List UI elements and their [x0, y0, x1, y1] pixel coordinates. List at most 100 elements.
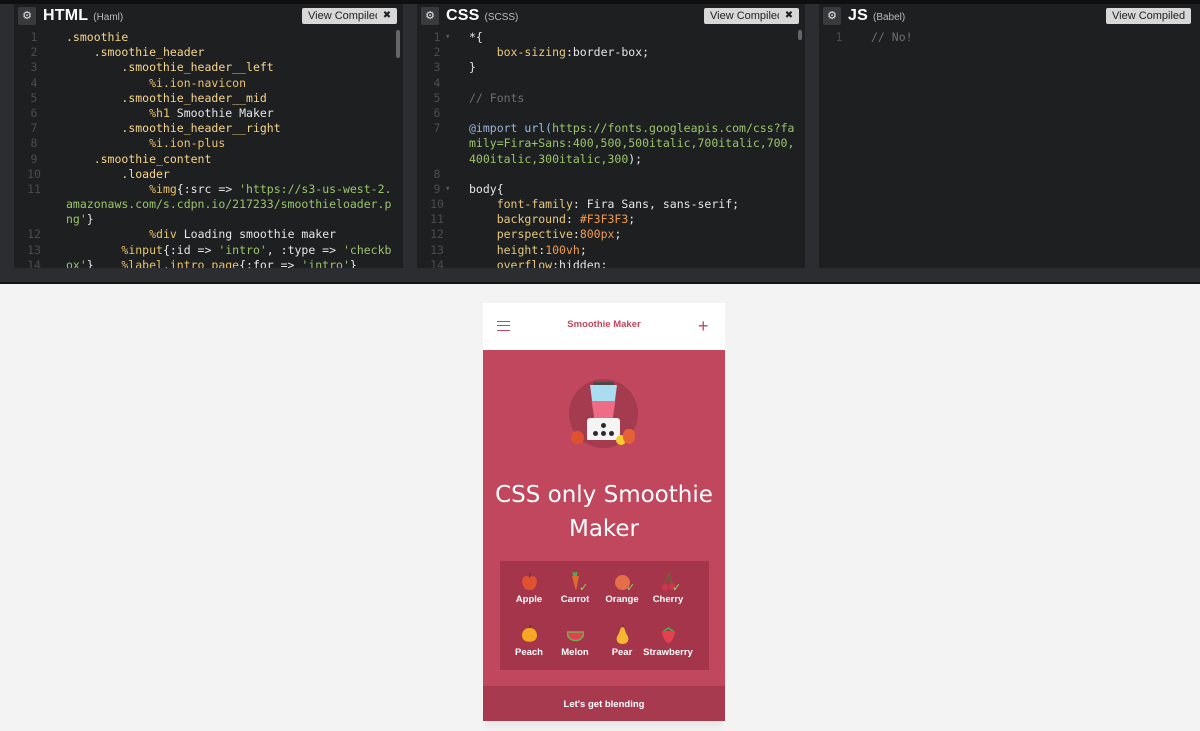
code-text: @import url(https://fonts.googleapis.com…	[469, 121, 795, 167]
code-line[interactable]: 9 .smoothie_content	[14, 152, 403, 167]
peach-icon	[522, 625, 537, 642]
code-line[interactable]: 14 overflow:hidden;	[417, 258, 805, 268]
code-token: .loader	[66, 166, 170, 181]
code-line[interactable]: 12 %div Loading smoothie maker	[14, 227, 403, 242]
strawberry-icon	[623, 429, 635, 444]
code-line[interactable]: 6 %h1 Smoothie Maker	[14, 106, 403, 121]
code-text: box-sizing:border-box;	[469, 45, 795, 60]
code-line[interactable]: 3}	[417, 60, 805, 75]
code-text: .loader	[66, 167, 393, 182]
code-line[interactable]: 12 perspective:800px;	[417, 227, 805, 242]
code-text: .smoothie_header__right	[66, 121, 393, 136]
line-number: 7	[433, 121, 441, 136]
js-pane-title: JS	[848, 7, 868, 24]
fruit-option-cherry[interactable]: ✓ Cherry	[643, 566, 693, 610]
code-token: );	[628, 151, 643, 166]
html-code-editor[interactable]: 1 .smoothie 2 .smoothie_header 3 .smoothie_…	[14, 30, 403, 268]
code-line[interactable]: 8	[417, 167, 805, 182]
css-code-editor[interactable]: 1 ▾ *{2 box-sizing:border-box; 3} 4 5// Fonts…	[417, 30, 805, 268]
code-text: .smoothie_header__mid	[66, 91, 393, 106]
smoothie-app-preview: Smoothie Maker + CSS only Smoothie Maker …	[483, 303, 725, 721]
line-number: 13	[430, 242, 444, 257]
css-close-button[interactable]: ✖	[779, 8, 799, 24]
code-token: font-family	[469, 197, 573, 212]
code-text: height:100vh;	[469, 243, 795, 258]
line-number: 5	[433, 90, 441, 105]
js-code-editor[interactable]: 1 // No!	[819, 30, 1200, 268]
line-number: 2	[30, 45, 38, 60]
fruit-option-strawberry[interactable]: Strawberry	[643, 619, 693, 663]
code-line[interactable]: 7 @import url(https://fonts.googleapis.co…	[417, 121, 805, 167]
code-token: %img	[66, 181, 177, 196]
line-number: 10	[27, 166, 41, 181]
code-line[interactable]: 3 .smoothie_header__left	[14, 60, 403, 75]
code-text: %img{:src => 'https://s3-us-west-2.amazo…	[66, 182, 393, 228]
code-token: %div	[66, 227, 184, 242]
html-view-compiled-button[interactable]: View Compiled	[302, 8, 388, 24]
code-line[interactable]: 1 // No!	[819, 30, 1200, 45]
code-line[interactable]: 6	[417, 106, 805, 121]
code-token: Smoothie Maker	[176, 105, 274, 120]
code-token: .smoothie	[66, 30, 129, 44]
code-line[interactable]: 13 %input{:id => 'intro', :type => 'chec…	[14, 243, 403, 268]
code-token: *{	[469, 30, 483, 44]
code-line[interactable]: 4 %i.ion-navicon	[14, 76, 403, 91]
gear-icon[interactable]: ⚙	[18, 7, 36, 25]
line-number: 1	[30, 30, 38, 44]
code-token: %label.intro_page	[66, 257, 240, 268]
code-line[interactable]: 14 %label.intro_page{:for => 'intro'}	[14, 258, 403, 268]
html-close-button[interactable]: ✖	[377, 8, 397, 24]
code-line[interactable]: 1 .smoothie	[14, 30, 403, 45]
line-number: 12	[430, 227, 444, 242]
html-pane-title: HTML	[43, 7, 89, 24]
code-text: %div Loading smoothie maker	[66, 227, 393, 242]
code-line[interactable]: 5 .smoothie_header__mid	[14, 91, 403, 106]
apple-icon	[522, 572, 537, 590]
pear-icon	[616, 625, 629, 644]
strawberry-icon	[662, 627, 675, 643]
code-token: 800px	[579, 227, 615, 242]
code-line[interactable]: 8 %i.ion-plus	[14, 136, 403, 151]
html-scrollbar[interactable]	[396, 30, 400, 58]
line-number: 3	[433, 60, 441, 75]
fold-arrow-icon[interactable]: ▾	[445, 182, 450, 197]
code-token: overflow	[469, 257, 553, 268]
code-line[interactable]: 1 ▾ *{	[417, 30, 805, 45]
code-token: .smoothie_header__left	[66, 60, 274, 75]
checkmark-icon: ✓	[626, 582, 636, 594]
code-token: .smoothie_header__right	[66, 121, 281, 136]
css-scrollbar[interactable]	[798, 30, 802, 40]
code-line[interactable]: 5 // Fonts	[417, 91, 805, 106]
fruit-selector-grid: Apple ✓ Carrot ✓ Orange ✓ Cherry Peach Melon Pear…	[500, 561, 709, 670]
blender-smoothie-fill	[591, 401, 616, 418]
code-line[interactable]: 10 font-family: Fira Sans, sans-serif;	[417, 197, 805, 212]
code-line[interactable]: 11 background: #F3F3F3;	[417, 212, 805, 227]
fold-arrow-icon[interactable]: ▾	[445, 30, 450, 45]
code-line[interactable]: 4	[417, 76, 805, 91]
code-token: : Fira Sans, sans-serif;	[572, 197, 740, 212]
js-editor-pane[interactable]: ⚙ JS (Babel) View Compiled 1 // No!	[819, 4, 1200, 268]
code-text: .smoothie_content	[66, 152, 393, 167]
css-view-compiled-button[interactable]: View Compiled	[704, 8, 790, 24]
code-token: .smoothie_header	[66, 45, 205, 60]
code-line[interactable]: 9 ▾ body{	[417, 182, 805, 197]
plus-icon[interactable]: +	[698, 317, 709, 335]
gear-icon[interactable]: ⚙	[421, 7, 439, 25]
css-editor-pane[interactable]: ⚙ CSS (SCSS) View Compiled ✖ 1 ▾ *{2 box-s…	[417, 4, 805, 268]
blender-base	[587, 418, 620, 440]
code-token: #F3F3F3	[579, 212, 629, 227]
code-text: font-family: Fira Sans, sans-serif;	[469, 197, 795, 212]
code-line[interactable]: 7 .smoothie_header__right	[14, 121, 403, 136]
code-token: perspective	[469, 227, 573, 242]
start-blending-button[interactable]: Let's get blending	[483, 686, 725, 721]
code-text: %label.intro_page{:for => 'intro'}	[66, 258, 393, 268]
line-number: 6	[433, 105, 441, 120]
code-line[interactable]: 13 height:100vh;	[417, 243, 805, 258]
code-line[interactable]: 2 .smoothie_header	[14, 45, 403, 60]
code-line[interactable]: 10 .loader	[14, 167, 403, 182]
html-editor-pane[interactable]: ⚙ HTML (Haml) View Compiled ✖ 1 .smoothie…	[14, 4, 403, 268]
code-line[interactable]: 2 box-sizing:border-box;	[417, 45, 805, 60]
js-view-compiled-button[interactable]: View Compiled	[1106, 8, 1192, 24]
code-line[interactable]: 11 %img{:src => 'https://s3-us-west-2.am…	[14, 182, 403, 228]
gear-icon[interactable]: ⚙	[823, 7, 841, 25]
